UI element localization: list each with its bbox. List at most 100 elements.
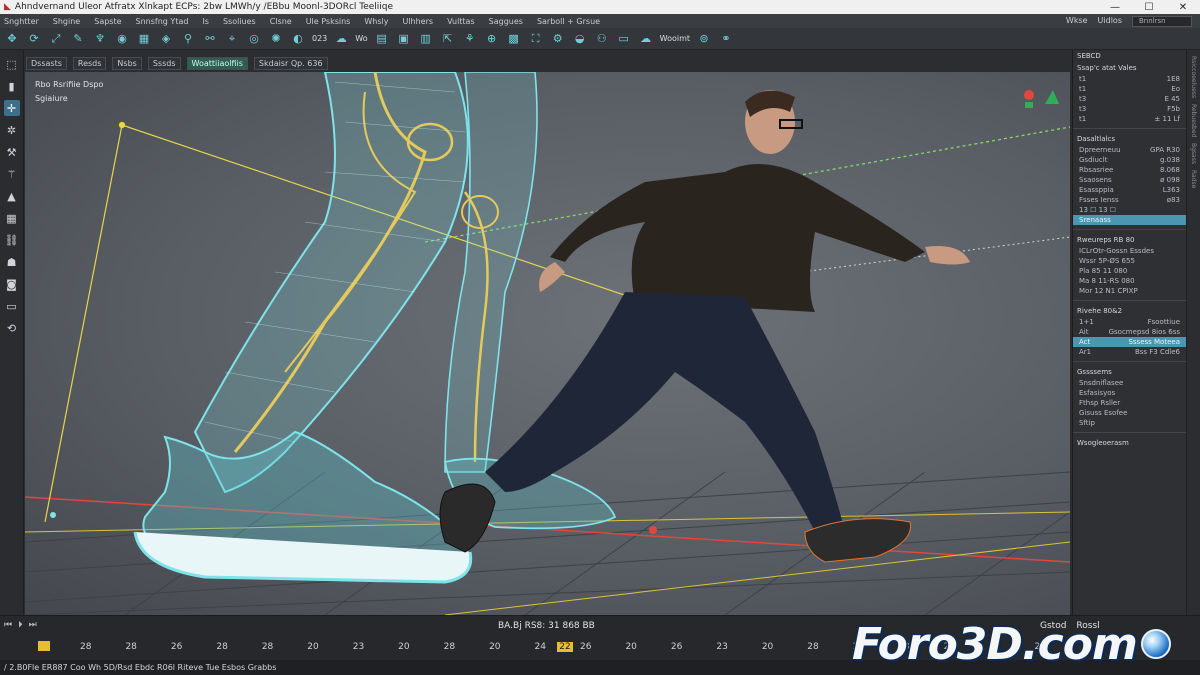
subbar-item[interactable]: Sssds (147, 56, 181, 70)
vertical-tab[interactable]: Radse (1190, 170, 1197, 188)
physics-tool-icon[interactable]: ▥ (418, 31, 434, 47)
subbar-item[interactable]: Resds (72, 56, 107, 70)
light-tool-icon[interactable]: ✺ (268, 31, 284, 47)
list-item[interactable]: Pla 85 11 080 (1073, 266, 1186, 276)
toolbar-value[interactable]: 023 (312, 34, 327, 43)
property-row[interactable]: t3 E 45 (1073, 94, 1186, 104)
menu-item[interactable]: Vulttas (447, 17, 475, 26)
cloth-tool-icon[interactable]: ▤ (374, 31, 390, 47)
subbar-item[interactable]: Nsbs (112, 56, 142, 70)
menu-item[interactable]: Snnsfng Ytad (136, 17, 189, 26)
camera-tool-icon[interactable]: ◎ (246, 31, 262, 47)
property-row[interactable]: Fsses Ienss ø83 (1073, 195, 1186, 205)
render-tool-icon[interactable]: ☗ (4, 254, 20, 270)
list-item[interactable]: Mor 12 N1 CPIXP (1073, 286, 1186, 296)
menu-item[interactable]: Is (202, 17, 209, 26)
menu-item[interactable]: Ssoliues (223, 17, 256, 26)
scale-tool-icon[interactable]: ⤢ (48, 31, 64, 47)
setting-row[interactable]: Snsdniflasee (1073, 378, 1186, 388)
target-tool-icon[interactable]: ⊚ (696, 31, 712, 47)
bone-tool-icon[interactable]: ⚯ (202, 31, 218, 47)
property-row[interactable]: Ar1 Bss F3 Cdle6 (1073, 347, 1186, 357)
property-row[interactable]: t1 Eo (1073, 84, 1186, 94)
property-row[interactable]: Ssaosens ø 098 (1073, 175, 1186, 185)
render-tool-icon[interactable]: ☁ (333, 31, 349, 47)
menu-item-right[interactable]: Wkse (1066, 16, 1088, 27)
menu-item[interactable]: Clsne (270, 17, 292, 26)
hair-tool-icon[interactable]: ▣ (396, 31, 412, 47)
property-row[interactable]: 1+1 Fsoottiue (1073, 317, 1186, 327)
brush-tool-icon[interactable]: ♆ (92, 31, 108, 47)
rotate-tool-icon[interactable]: ✛ (3, 100, 20, 116)
grid-tool-icon[interactable]: ⚘ (462, 31, 478, 47)
list-item[interactable]: Ma 8 11-RS 080 (1073, 276, 1186, 286)
menu-item[interactable]: Whsly (364, 17, 388, 26)
property-row[interactable]: Esassppia L363 (1073, 185, 1186, 195)
camera-tool-icon[interactable]: ◙ (4, 276, 20, 292)
menu-item[interactable]: Snghtter (4, 17, 39, 26)
setting-row[interactable]: Esfasisyos (1073, 388, 1186, 398)
minimize-button[interactable]: — (1098, 2, 1132, 13)
view-gizmo-icon[interactable] (1024, 90, 1059, 108)
menu-item[interactable]: Sarboll + Grsue (537, 17, 600, 26)
toolbar-label[interactable]: Wo (355, 34, 367, 43)
move-tool-icon[interactable]: ▮ (4, 78, 20, 94)
3d-viewport[interactable]: Rbo Rsrifiie Dspo Sgiaiure (25, 72, 1070, 615)
property-row[interactable]: t1 ± 11 Lf (1073, 114, 1186, 124)
sculpt-tool-icon[interactable]: ⛶ (528, 31, 544, 47)
morph-tool-icon[interactable]: ◈ (158, 31, 174, 47)
list-item[interactable]: Wssr 5P-ØS 655 (1073, 256, 1186, 266)
timeline-key-tick[interactable]: 22 (557, 642, 573, 652)
subbar-active-item[interactable]: Woattiiaolfiis (186, 56, 248, 70)
export-tool-icon[interactable]: ⇱ (440, 31, 456, 47)
menu-item[interactable]: Shgine (53, 17, 80, 26)
menu-item[interactable]: Ulhhers (402, 17, 433, 26)
property-row-selected[interactable]: Act Sssess Moteea (1073, 337, 1186, 347)
grid-tool-icon[interactable]: ▦ (4, 210, 20, 226)
scale-tool-icon[interactable]: ✲ (4, 122, 20, 138)
toolbar-label-2[interactable]: Wooimt (660, 34, 690, 43)
list-item[interactable]: ICLrOtr-Gossn Essdes (1073, 246, 1186, 256)
paint-tool-icon[interactable]: ▲ (4, 188, 20, 204)
layer-tool-icon[interactable]: ▩ (506, 31, 522, 47)
eye-tool-icon[interactable]: ◒ (572, 31, 588, 47)
skin-tool-icon[interactable]: ◉ (114, 31, 130, 47)
display-tool-icon[interactable]: ▭ (4, 298, 20, 314)
play-icon[interactable]: ⏵ (18, 620, 23, 630)
search-input[interactable]: Bnnlrsn (1132, 15, 1192, 27)
property-row[interactable]: Rbsasriee 8.068 (1073, 165, 1186, 175)
setting-row[interactable]: Gisuss Esofee (1073, 408, 1186, 418)
cycle-tool-icon[interactable]: ⟲ (4, 320, 20, 336)
property-row[interactable]: Gsdiuclt g.038 (1073, 155, 1186, 165)
material-tool-icon[interactable]: ◐ (290, 31, 306, 47)
select-tool-icon[interactable]: ⬚ (4, 56, 20, 72)
ik-tool-icon[interactable]: ⌖ (224, 31, 240, 47)
property-row[interactable]: t1 1E8 (1073, 74, 1186, 84)
snap-tool-icon[interactable]: ⊕ (484, 31, 500, 47)
joint-tool-icon[interactable]: ⚲ (180, 31, 196, 47)
subbar-field[interactable]: Skdaisr Qp. 636 (253, 56, 328, 70)
property-row[interactable]: Dpreerneuu GPA R30 (1073, 145, 1186, 155)
menu-item-right[interactable]: Uidlos (1098, 16, 1122, 27)
skip-forward-icon[interactable]: ⏭ (29, 620, 37, 630)
subbar-item[interactable]: Dssasts (26, 56, 67, 70)
skip-back-icon[interactable]: ⏮ (4, 620, 12, 630)
mesh-tool-icon[interactable]: ▦ (136, 31, 152, 47)
setting-row[interactable]: Fthsp Rsller (1073, 398, 1186, 408)
cloud-tool-icon[interactable]: ☁ (638, 31, 654, 47)
close-button[interactable]: ✕ (1166, 2, 1200, 13)
bone-tool-icon[interactable]: ⚒ (4, 144, 20, 160)
keyframe-marker[interactable] (38, 641, 50, 651)
node-tool-icon[interactable]: ⚇ (594, 31, 610, 47)
ik-tool-icon[interactable]: ⚚ (4, 166, 20, 182)
move-tool-icon[interactable]: ✥ (4, 31, 20, 47)
property-row[interactable]: t3 F5b (1073, 104, 1186, 114)
setting-row[interactable]: Sftip (1073, 418, 1186, 428)
property-row[interactable]: Ait Gsocmepsd 8ios 6ss (1073, 327, 1186, 337)
vertical-tab[interactable]: Rebuesbed (1190, 104, 1197, 137)
vertical-tab[interactable]: Rsiccoeeluess (1190, 56, 1197, 98)
paint-tool-icon[interactable]: ✎ (70, 31, 86, 47)
rotate-tool-icon[interactable]: ⟳ (26, 31, 42, 47)
menu-item[interactable]: Ule Psksins (306, 17, 351, 26)
menu-item[interactable]: Saggues (489, 17, 523, 26)
